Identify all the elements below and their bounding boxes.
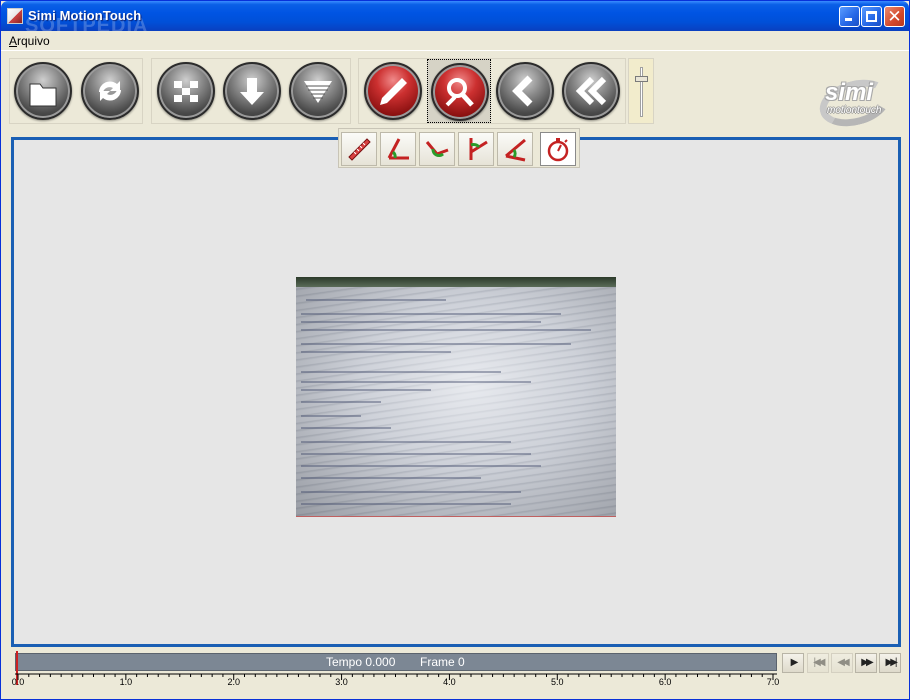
angle-tool-button[interactable] [380,132,416,166]
skip-end-icon: ▶▶| [885,657,898,668]
slider-thumb[interactable] [635,75,648,82]
ruler-tick-label: 1.0 [119,677,133,687]
angle-open-icon [505,138,526,162]
back-button[interactable] [493,59,557,123]
toolbar-group-file [9,58,143,124]
ruler-tick-label: 3.0 [335,677,348,687]
title-bar[interactable]: SOFTPEDIA Simi MotionTouch ✕ [1,1,909,37]
skip-end-button[interactable]: ▶▶| [879,653,901,673]
folder-icon [14,62,72,120]
skip-start-icon: |◀◀ [813,657,826,668]
step-back-button[interactable]: ◀◀ [831,653,853,673]
menu-bar: Arquivo [1,31,909,51]
ruler-icon [348,138,371,161]
download-button[interactable] [220,59,284,123]
measure-toolbar [338,128,580,168]
checker-button[interactable] [154,59,218,123]
rewind-button[interactable] [559,59,623,123]
ruler-tick-label: 0.0 [11,677,25,687]
open-button[interactable] [11,59,75,123]
ruler-tick-label: 2.0 [227,677,240,687]
stopwatch-icon [547,138,569,162]
toolbar-group-tools [358,58,626,124]
angle-arc-tool-button[interactable] [419,132,455,166]
slider-track [640,67,643,117]
refresh-icon [81,62,139,120]
filter-button[interactable] [286,59,350,123]
pen-icon [364,62,422,120]
maximize-button[interactable] [861,6,882,27]
stopwatch-tool-button[interactable] [540,132,576,166]
magnifier-icon [431,63,489,121]
simi-logo: simi motiontouch [811,61,901,134]
video-frame[interactable] [296,277,616,517]
measure-button[interactable] [427,59,491,123]
maximize-icon [862,7,881,26]
close-button[interactable]: ✕ [884,6,905,27]
double-chevron-left-icon [562,62,620,120]
ruler-tick-label: 6.0 [658,677,672,687]
angle-arc-icon [425,141,449,157]
play-icon: ▶ [790,657,799,668]
angle-open-tool-button[interactable] [497,132,533,166]
angle-vertical-tool-button[interactable] [458,132,494,166]
download-icon [223,62,281,120]
draw-button[interactable] [361,59,425,123]
app-window: SOFTPEDIA Simi MotionTouch ✕ Arquivo sim… [0,0,910,700]
fast-forward-button[interactable]: ▶▶ [855,653,877,673]
fast-forward-icon: ▶▶ [861,657,873,668]
minimize-icon [840,7,859,26]
tempo-label: Tempo 0.000 [326,655,396,669]
angle-vertical-icon [469,138,488,160]
checker-icon [157,62,215,120]
frame-label: Frame 0 [420,655,465,669]
app-icon[interactable] [7,8,23,24]
timeline-bar[interactable] [15,653,777,671]
chevron-left-icon [496,62,554,120]
play-button[interactable]: ▶ [782,653,804,673]
funnel-icon [289,62,347,120]
ruler-tick-label: 5.0 [551,677,564,687]
toolbar-group-view [151,58,351,124]
step-back-icon: ◀◀ [837,657,849,668]
window-title: Simi MotionTouch [28,8,142,23]
angle-icon [387,138,409,160]
close-icon: ✕ [887,7,902,26]
zoom-slider[interactable] [628,58,654,124]
ruler-tick-label: 7.0 [766,677,780,687]
skip-start-button[interactable]: |◀◀ [807,653,829,673]
ruler-tick-label: 4.0 [443,677,456,687]
refresh-button[interactable] [78,59,142,123]
minimize-button[interactable] [839,6,860,27]
menu-arquivo[interactable]: Arquivo [9,34,50,48]
ruler-tool-button[interactable] [341,132,377,166]
